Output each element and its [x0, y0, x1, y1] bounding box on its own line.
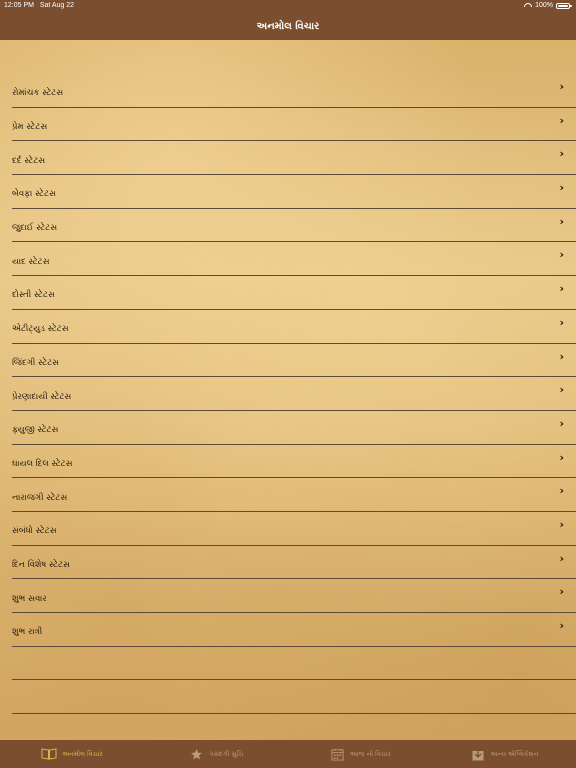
list-item[interactable]: દર્દ સ્ટેટસ › [12, 141, 576, 176]
chevron-right-icon: › [559, 181, 564, 195]
wifi-icon [524, 3, 532, 9]
list-item-label: દિન વિશેષ સ્ટેટસ [12, 559, 70, 570]
list-item-label: શુભ સવાર [12, 593, 47, 604]
battery-percent: 100% [535, 2, 553, 9]
list-item[interactable]: દોસ્તી સ્ટેટસ › [12, 276, 576, 310]
calendar-icon [329, 747, 345, 761]
chevron-right-icon: › [559, 248, 564, 262]
list-item[interactable]: પ્રેમ સ્ટેટસ › [12, 108, 576, 142]
status-bar: 12:05 PM Sat Aug 22 100% [0, 0, 576, 12]
tab-label: આજ નો વિચાર [350, 749, 391, 758]
tab-label: અનમોલ વિચાર [62, 749, 103, 758]
list-item[interactable]: જિંદગી સ્ટેટસ › [12, 344, 576, 378]
list-item-label: જિંદગી સ્ટેટસ [12, 357, 60, 368]
list-item-label: દર્દ સ્ટેટસ [12, 155, 46, 166]
list-item-label: શુભ રાત્રી [12, 627, 43, 638]
list-item[interactable]: શુભ રાત્રી › [12, 613, 576, 647]
battery-icon [556, 2, 572, 9]
chevron-right-icon: › [559, 282, 564, 296]
list-item[interactable]: ઘાયલ દિલ સ્ટેટસ › [12, 445, 576, 479]
chevron-right-icon: › [559, 315, 564, 329]
chevron-right-icon: › [559, 484, 564, 498]
list-item[interactable]: નારાજગી સ્ટેટસ › [12, 478, 576, 512]
list-item-label: ઘાયલ દિલ સ્ટેટસ [12, 458, 73, 469]
list-item[interactable]: સંબંધો સ્ટેટસ › [12, 512, 576, 546]
tab-label: અન્ય એપ્લિકેશન [490, 749, 539, 758]
star-icon [189, 747, 205, 761]
category-list: રોમાંચક સ્ટેટસ › પ્રેમ સ્ટેટસ › દર્દ સ્ટેટ… [0, 74, 576, 715]
chevron-right-icon: › [559, 517, 564, 531]
chevron-right-icon: › [559, 416, 564, 430]
chevron-right-icon: › [559, 585, 564, 599]
list-item[interactable]: રોમાંચક સ્ટેટસ › [12, 74, 576, 108]
status-date: Sat Aug 22 [39, 2, 75, 9]
chevron-right-icon: › [559, 619, 564, 632]
status-indicators: 100% [524, 2, 572, 9]
list-item-label: નારાજગી સ્ટેટસ [12, 492, 68, 503]
list-item[interactable]: યાદ સ્ટેટસ › [12, 242, 576, 277]
chevron-right-icon: › [559, 349, 564, 363]
book-icon [41, 747, 57, 761]
list-item[interactable]: શુભ સવાર › [12, 579, 576, 613]
chevron-right-icon: › [559, 551, 564, 565]
list-item[interactable]: દિન વિશેષ સ્ટેટસ › [12, 546, 576, 580]
empty-row [12, 647, 576, 681]
tab-label: પસંદગી સુચિ [209, 749, 244, 758]
page-title: અનમોલ વિચાર [256, 20, 320, 32]
list-item[interactable]: એટીટ્યુડ સ્ટેટસ › [12, 310, 576, 344]
list-item-label: પ્રેરણાદાયી સ્ટેટસ [12, 391, 72, 402]
main-content: રોમાંચક સ્ટેટસ › પ્રેમ સ્ટેટસ › દર્દ સ્ટેટ… [0, 40, 576, 740]
tab-bar: અનમોલ વિચાર પસંદગી સુચિ આજ નો વિચાર અન્ય… [0, 740, 576, 768]
list-item[interactable]: જુદાઈ સ્ટેટસ › [12, 209, 576, 243]
tab-other-apps[interactable]: અન્ય એપ્લિકેશન [432, 740, 576, 768]
empty-row [12, 680, 576, 715]
list-item-label: જુદાઈ સ્ટેટસ [12, 223, 58, 234]
chevron-right-icon: › [559, 80, 564, 93]
list-item-label: રોમાંચક સ્ટેટસ [12, 88, 64, 99]
chevron-right-icon: › [559, 113, 564, 127]
list-item-label: એટીટ્યુડ સ્ટેટસ [12, 324, 69, 335]
download-icon [470, 747, 486, 761]
status-time: 12:05 PM [4, 2, 34, 9]
tab-favorites[interactable]: પસંદગી સુચિ [144, 740, 288, 768]
tab-anmol-vichar[interactable]: અનમોલ વિચાર [0, 740, 144, 768]
chevron-right-icon: › [559, 383, 564, 397]
list-item[interactable]: બેવફા સ્ટેટસ › [12, 175, 576, 209]
status-time-date: 12:05 PM Sat Aug 22 [4, 2, 74, 9]
chevron-right-icon: › [559, 147, 564, 161]
chevron-right-icon: › [559, 450, 564, 464]
list-item-label: સંબંધો સ્ટેટસ [12, 526, 57, 537]
list-item[interactable]: પ્રેરણાદાયી સ્ટેટસ › [12, 377, 576, 411]
list-item-label: બેવફા સ્ટેટસ [12, 189, 56, 200]
nav-bar: અનમોલ વિચાર [0, 12, 576, 40]
chevron-right-icon: › [559, 214, 564, 228]
list-item-label: પ્રેમ સ્ટેટસ [12, 122, 48, 133]
list-item-label: દોસ્તી સ્ટેટસ [12, 290, 55, 301]
list-item-label: યાદ સ્ટેટસ [12, 256, 50, 267]
list-item-label: ફ્યુજી સ્ટેટસ [12, 425, 59, 436]
tab-today-thought[interactable]: આજ નો વિચાર [288, 740, 432, 768]
list-item[interactable]: ફ્યુજી સ્ટેટસ › [12, 411, 576, 445]
